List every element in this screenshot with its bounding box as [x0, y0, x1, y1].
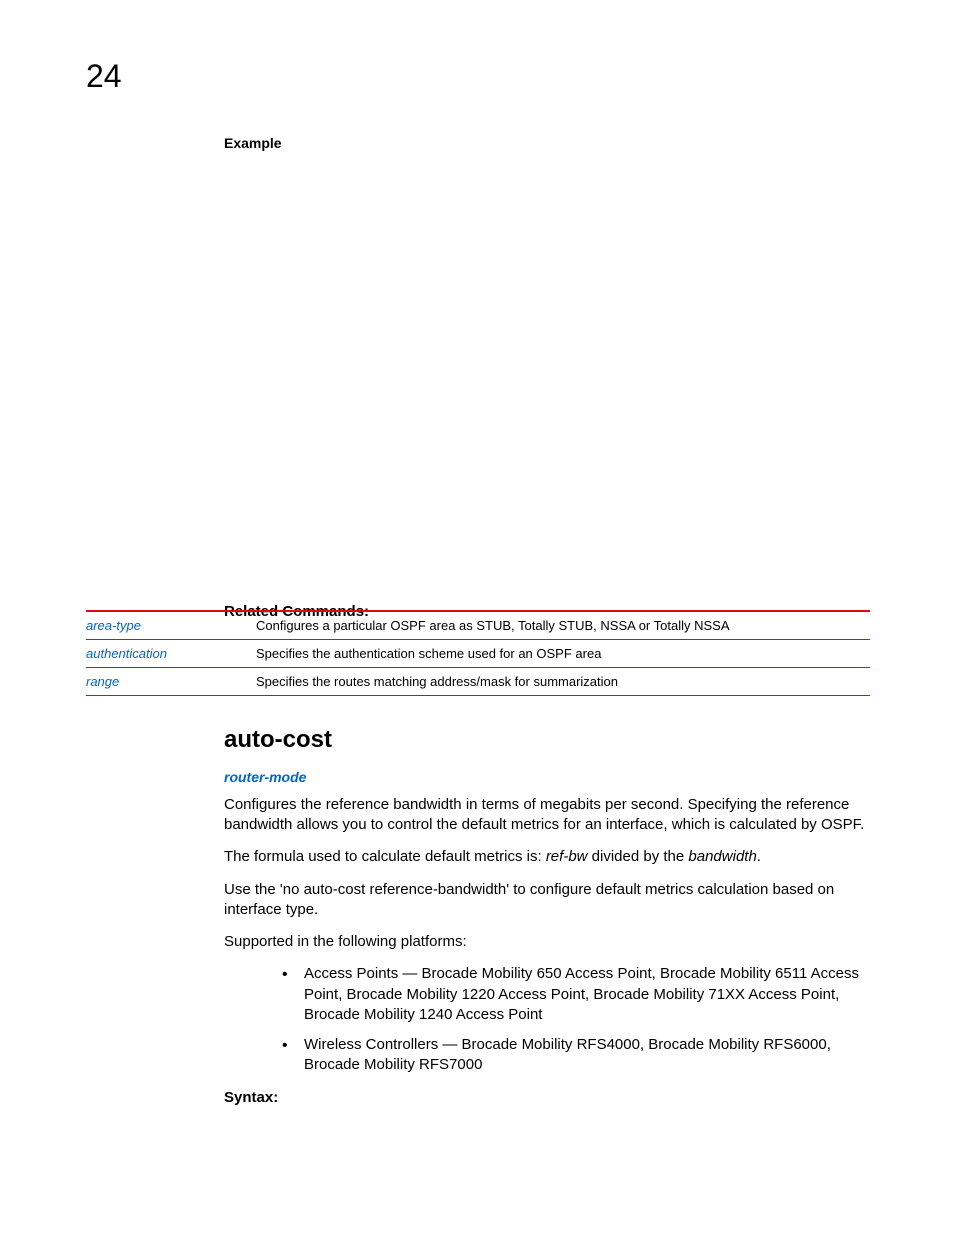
auto-cost-content: router-mode Configures the reference ban… — [224, 768, 874, 1108]
table-row: range Specifies the routes matching addr… — [86, 668, 870, 696]
supported-label: Supported in the following platforms: — [224, 932, 874, 952]
related-link-area-type[interactable]: area-type — [86, 611, 256, 640]
section-title-auto-cost: auto-cost — [224, 726, 332, 754]
page-number: 24 — [86, 58, 122, 95]
table-row: authentication Specifies the authenticat… — [86, 640, 870, 668]
table-row: area-type Configures a particular OSPF a… — [86, 611, 870, 640]
italic-text: ref-bw — [546, 848, 588, 865]
example-heading: Example — [224, 135, 874, 151]
list-item: Wireless Controllers — Brocade Mobility … — [282, 1035, 874, 1076]
text: The formula used to calculate default me… — [224, 848, 546, 865]
text: . — [757, 848, 761, 865]
related-desc: Specifies the authentication scheme used… — [256, 640, 870, 668]
syntax-heading: Syntax: — [224, 1088, 874, 1108]
router-mode-link[interactable]: router-mode — [224, 768, 874, 787]
paragraph: Use the 'no auto-cost reference-bandwidt… — [224, 880, 874, 921]
paragraph: The formula used to calculate default me… — [224, 847, 874, 867]
related-desc: Configures a particular OSPF area as STU… — [256, 611, 870, 640]
related-link-range[interactable]: range — [86, 668, 256, 696]
paragraph: Configures the reference bandwidth in te… — [224, 795, 874, 836]
italic-text: bandwidth — [688, 848, 756, 865]
upper-content: Example Related Commands: — [224, 135, 874, 620]
platform-list: Access Points — Brocade Mobility 650 Acc… — [224, 964, 874, 1075]
text: divided by the — [588, 848, 689, 865]
list-item: Access Points — Brocade Mobility 650 Acc… — [282, 964, 874, 1025]
related-link-authentication[interactable]: authentication — [86, 640, 256, 668]
related-desc: Specifies the routes matching address/ma… — [256, 668, 870, 696]
related-commands-table: area-type Configures a particular OSPF a… — [86, 610, 870, 696]
